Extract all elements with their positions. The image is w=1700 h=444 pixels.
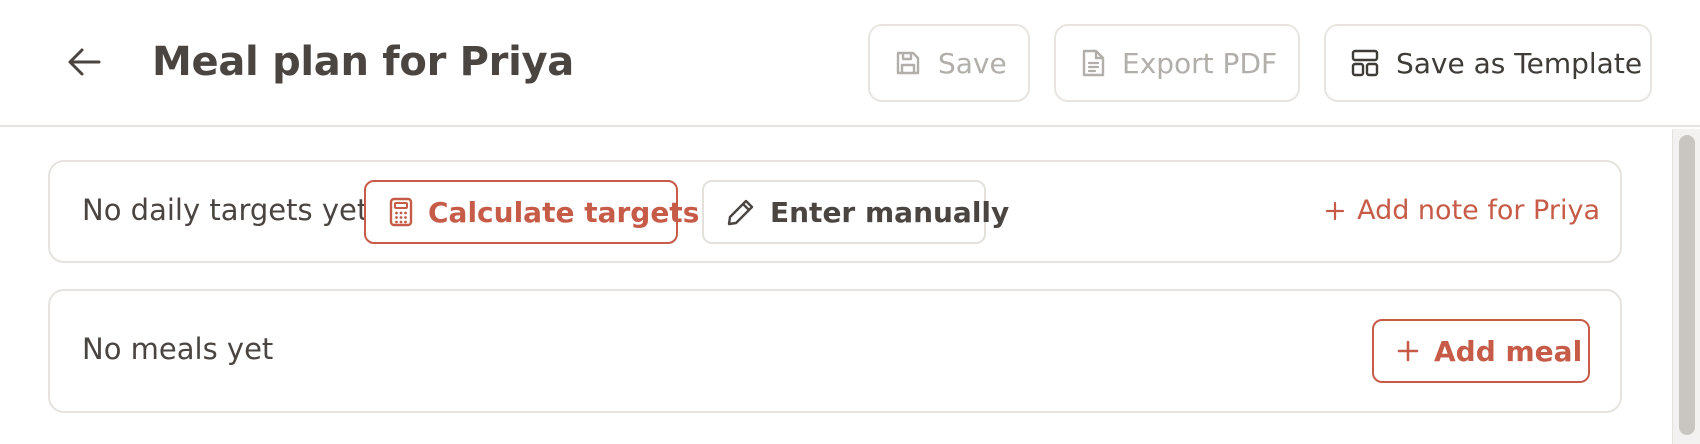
daily-targets-card: No daily targets yet Calculate targets E… bbox=[48, 160, 1622, 263]
back-button[interactable] bbox=[64, 42, 104, 82]
meal-plan-page: Meal plan for Priya Save Export PDF Save… bbox=[0, 0, 1700, 444]
add-note-label: Add note for Priya bbox=[1357, 195, 1600, 226]
calculator-icon bbox=[388, 197, 414, 227]
save-as-template-button[interactable]: Save as Template bbox=[1324, 24, 1652, 102]
no-meals-text: No meals yet bbox=[82, 332, 274, 366]
page-header: Meal plan for Priya Save Export PDF Save… bbox=[0, 0, 1700, 127]
page-title: Meal plan for Priya bbox=[152, 39, 574, 85]
save-as-template-label: Save as Template bbox=[1396, 46, 1643, 80]
export-pdf-label: Export PDF bbox=[1122, 46, 1278, 80]
plan-content: No daily targets yet Calculate targets E… bbox=[0, 129, 1672, 444]
save-button-label: Save bbox=[938, 46, 1007, 80]
scrollbar-thumb[interactable] bbox=[1679, 135, 1695, 435]
document-icon bbox=[1080, 48, 1106, 78]
layout-template-icon bbox=[1350, 48, 1380, 78]
arrow-left-icon bbox=[68, 48, 101, 76]
no-targets-text: No daily targets yet bbox=[82, 193, 369, 227]
plus-icon bbox=[1396, 339, 1420, 363]
add-meal-label: Add meal bbox=[1434, 334, 1583, 368]
add-meal-button[interactable]: Add meal bbox=[1372, 319, 1590, 383]
save-button[interactable]: Save bbox=[868, 24, 1030, 102]
plus-icon bbox=[1325, 201, 1345, 221]
vertical-scrollbar[interactable] bbox=[1672, 129, 1700, 444]
enter-manually-button[interactable]: Enter manually bbox=[702, 180, 1009, 244]
calculate-targets-button[interactable]: Calculate targets bbox=[364, 180, 699, 244]
add-note-button[interactable]: Add note for Priya bbox=[1325, 195, 1600, 226]
meals-card: No meals yet Add meal bbox=[48, 289, 1622, 413]
export-pdf-button[interactable]: Export PDF bbox=[1054, 24, 1300, 102]
pencil-icon bbox=[726, 197, 756, 227]
floppy-disk-icon bbox=[894, 49, 922, 77]
enter-manually-label: Enter manually bbox=[770, 195, 1010, 229]
calculate-targets-label: Calculate targets bbox=[428, 195, 700, 229]
